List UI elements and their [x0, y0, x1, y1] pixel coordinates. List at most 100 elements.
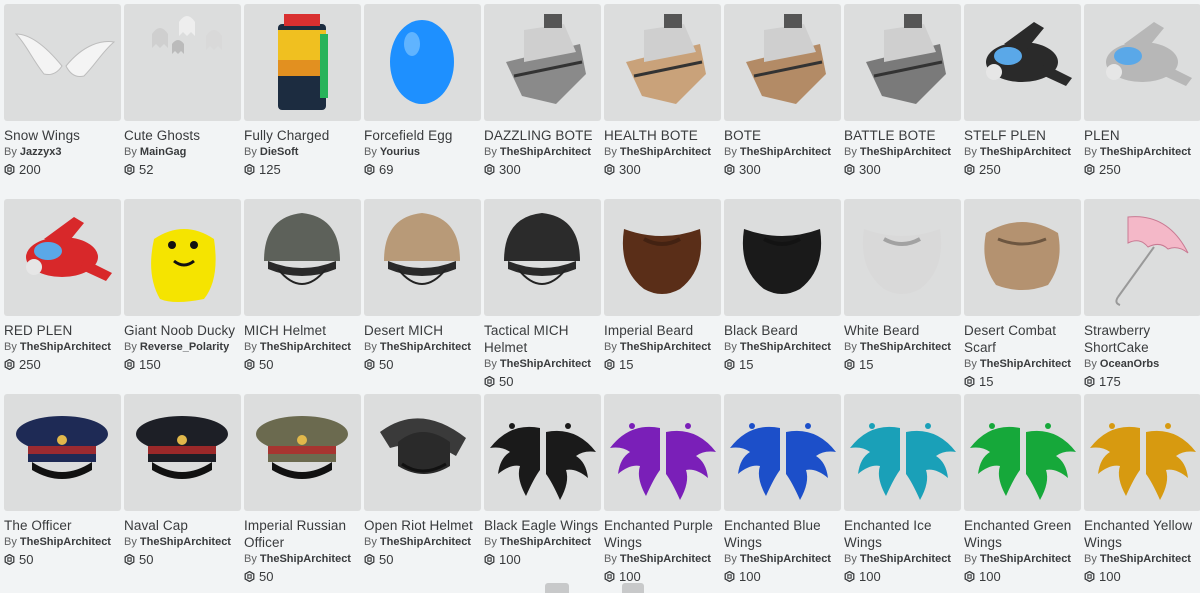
item-name[interactable]: RED PLEN: [4, 322, 121, 339]
creator-name-link[interactable]: TheShipArchitect: [980, 553, 1071, 565]
catalog-item-card[interactable]: Forcefield Egg By Yourius 69: [364, 4, 481, 199]
item-thumbnail[interactable]: [124, 4, 241, 121]
item-thumbnail[interactable]: [244, 394, 361, 511]
creator-name-link[interactable]: TheShipArchitect: [140, 536, 231, 548]
item-thumbnail[interactable]: [244, 199, 361, 316]
scrollbar-thumb-left[interactable]: [545, 583, 569, 593]
catalog-item-card[interactable]: MICH Helmet By TheShipArchitect 50: [244, 199, 361, 394]
catalog-item-card[interactable]: White Beard By TheShipArchitect 15: [844, 199, 961, 394]
catalog-item-card[interactable]: Tactical MICH Helmet By TheShipArchitect…: [484, 199, 601, 394]
catalog-item-card[interactable]: Enchanted Purple Wings By TheShipArchite…: [604, 394, 721, 589]
catalog-item-card[interactable]: Cute Ghosts By MainGag 52: [124, 4, 241, 199]
catalog-item-card[interactable]: Snow Wings By Jazzyx3 200: [4, 4, 121, 199]
creator-name-link[interactable]: TheShipArchitect: [260, 553, 351, 565]
catalog-item-card[interactable]: Strawberry ShortCake By OceanOrbs 175: [1084, 199, 1200, 394]
catalog-item-card[interactable]: The Officer By TheShipArchitect 50: [4, 394, 121, 589]
catalog-item-card[interactable]: Desert Combat Scarf By TheShipArchitect …: [964, 199, 1081, 394]
item-name[interactable]: Black Eagle Wings: [484, 517, 601, 534]
catalog-item-card[interactable]: Enchanted Blue Wings By TheShipArchitect…: [724, 394, 841, 589]
creator-name-link[interactable]: TheShipArchitect: [740, 341, 831, 353]
creator-name-link[interactable]: TheShipArchitect: [500, 536, 591, 548]
item-name[interactable]: PLEN: [1084, 127, 1200, 144]
catalog-item-card[interactable]: Enchanted Ice Wings By TheShipArchitect …: [844, 394, 961, 589]
item-name[interactable]: Desert Combat Scarf: [964, 322, 1081, 356]
creator-name-link[interactable]: TheShipArchitect: [380, 341, 471, 353]
catalog-item-card[interactable]: Black Beard By TheShipArchitect 15: [724, 199, 841, 394]
item-thumbnail[interactable]: [1084, 4, 1200, 121]
creator-name-link[interactable]: TheShipArchitect: [260, 341, 351, 353]
catalog-item-card[interactable]: Black Eagle Wings By TheShipArchitect 10…: [484, 394, 601, 589]
item-name[interactable]: Enchanted Yellow Wings: [1084, 517, 1200, 551]
item-thumbnail[interactable]: [4, 394, 121, 511]
item-name[interactable]: Fully Charged: [244, 127, 361, 144]
item-thumbnail[interactable]: [484, 4, 601, 121]
creator-name-link[interactable]: TheShipArchitect: [20, 536, 111, 548]
item-name[interactable]: Open Riot Helmet: [364, 517, 481, 534]
catalog-item-card[interactable]: Naval Cap By TheShipArchitect 50: [124, 394, 241, 589]
item-thumbnail[interactable]: [124, 394, 241, 511]
item-thumbnail[interactable]: [724, 199, 841, 316]
item-thumbnail[interactable]: [844, 4, 961, 121]
item-name[interactable]: Imperial Russian Officer: [244, 517, 361, 551]
item-thumbnail[interactable]: [724, 4, 841, 121]
item-name[interactable]: STELF PLEN: [964, 127, 1081, 144]
catalog-item-card[interactable]: HEALTH BOTE By TheShipArchitect 300: [604, 4, 721, 199]
item-name[interactable]: Black Beard: [724, 322, 841, 339]
item-thumbnail[interactable]: [844, 394, 961, 511]
creator-name-link[interactable]: TheShipArchitect: [500, 358, 591, 370]
creator-name-link[interactable]: TheShipArchitect: [1100, 553, 1191, 565]
item-name[interactable]: Naval Cap: [124, 517, 241, 534]
catalog-item-card[interactable]: Imperial Russian Officer By TheShipArchi…: [244, 394, 361, 589]
catalog-item-card[interactable]: Imperial Beard By TheShipArchitect 15: [604, 199, 721, 394]
item-thumbnail[interactable]: [1084, 394, 1200, 511]
catalog-item-card[interactable]: RED PLEN By TheShipArchitect 250: [4, 199, 121, 394]
catalog-item-card[interactable]: Enchanted Green Wings By TheShipArchitec…: [964, 394, 1081, 589]
item-name[interactable]: Imperial Beard: [604, 322, 721, 339]
item-name[interactable]: Cute Ghosts: [124, 127, 241, 144]
creator-name-link[interactable]: Reverse_Polarity: [140, 341, 229, 353]
item-name[interactable]: MICH Helmet: [244, 322, 361, 339]
creator-name-link[interactable]: OceanOrbs: [1100, 358, 1159, 370]
item-thumbnail[interactable]: [604, 4, 721, 121]
creator-name-link[interactable]: TheShipArchitect: [740, 553, 831, 565]
item-thumbnail[interactable]: [364, 199, 481, 316]
item-thumbnail[interactable]: [484, 394, 601, 511]
creator-name-link[interactable]: TheShipArchitect: [380, 536, 471, 548]
item-thumbnail[interactable]: [964, 4, 1081, 121]
catalog-item-card[interactable]: Giant Noob Ducky By Reverse_Polarity 150: [124, 199, 241, 394]
item-name[interactable]: White Beard: [844, 322, 961, 339]
item-name[interactable]: Snow Wings: [4, 127, 121, 144]
creator-name-link[interactable]: TheShipArchitect: [860, 341, 951, 353]
catalog-item-card[interactable]: PLEN By TheShipArchitect 250: [1084, 4, 1200, 199]
item-thumbnail[interactable]: [964, 199, 1081, 316]
item-thumbnail[interactable]: [364, 4, 481, 121]
item-thumbnail[interactable]: [4, 4, 121, 121]
creator-name-link[interactable]: TheShipArchitect: [620, 341, 711, 353]
creator-name-link[interactable]: Jazzyx3: [20, 146, 62, 158]
item-thumbnail[interactable]: [724, 394, 841, 511]
item-name[interactable]: The Officer: [4, 517, 121, 534]
item-name[interactable]: Enchanted Blue Wings: [724, 517, 841, 551]
item-name[interactable]: Tactical MICH Helmet: [484, 322, 601, 356]
creator-name-link[interactable]: TheShipArchitect: [20, 341, 111, 353]
catalog-item-card[interactable]: BOTE By TheShipArchitect 300: [724, 4, 841, 199]
item-thumbnail[interactable]: [4, 199, 121, 316]
item-name[interactable]: HEALTH BOTE: [604, 127, 721, 144]
creator-name-link[interactable]: DieSoft: [260, 146, 299, 158]
item-name[interactable]: BOTE: [724, 127, 841, 144]
catalog-item-card[interactable]: STELF PLEN By TheShipArchitect 250: [964, 4, 1081, 199]
item-thumbnail[interactable]: [244, 4, 361, 121]
item-thumbnail[interactable]: [484, 199, 601, 316]
item-name[interactable]: BATTLE BOTE: [844, 127, 961, 144]
item-name[interactable]: Strawberry ShortCake: [1084, 322, 1200, 356]
catalog-item-card[interactable]: Open Riot Helmet By TheShipArchitect 50: [364, 394, 481, 589]
item-thumbnail[interactable]: [604, 394, 721, 511]
creator-name-link[interactable]: TheShipArchitect: [620, 553, 711, 565]
creator-name-link[interactable]: TheShipArchitect: [980, 146, 1071, 158]
catalog-item-card[interactable]: Desert MICH By TheShipArchitect 50: [364, 199, 481, 394]
creator-name-link[interactable]: TheShipArchitect: [980, 358, 1071, 370]
creator-name-link[interactable]: TheShipArchitect: [740, 146, 831, 158]
item-name[interactable]: Enchanted Purple Wings: [604, 517, 721, 551]
creator-name-link[interactable]: Yourius: [380, 146, 420, 158]
item-name[interactable]: Giant Noob Ducky: [124, 322, 241, 339]
